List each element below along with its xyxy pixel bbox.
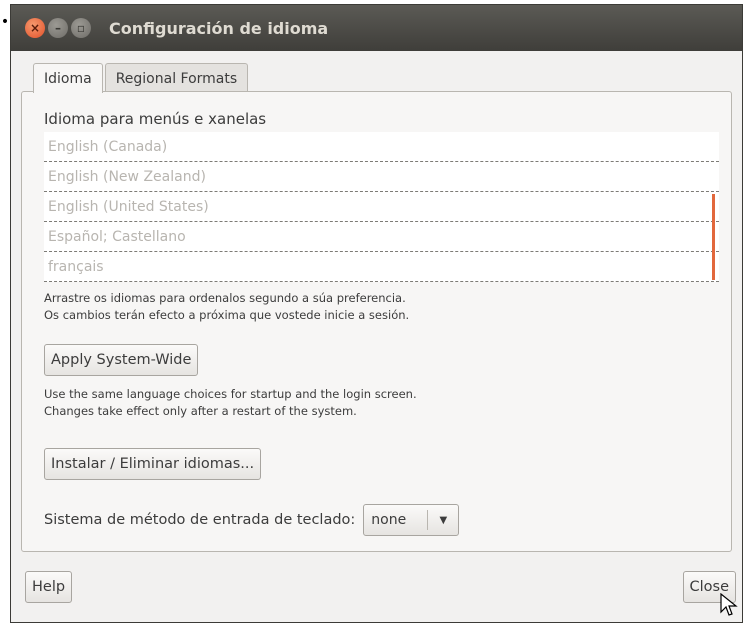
tab-idioma[interactable]: Idioma <box>33 63 103 93</box>
keyboard-input-row: Sistema de método de entrada de teclado:… <box>44 504 460 536</box>
language-hint-line2: Os cambios terán efecto a próxima que vo… <box>44 308 410 322</box>
keyboard-input-select[interactable]: none ▼ <box>363 504 460 536</box>
mouse-pointer-icon <box>720 593 738 616</box>
title-bar[interactable]: × – ▫ Configuración de idioma <box>11 5 742 51</box>
language-hint-line1: Arrastre os idiomas para ordenalos segun… <box>44 291 406 305</box>
language-hint: Arrastre os idiomas para ordenalos segun… <box>44 290 409 324</box>
install-remove-languages-button[interactable]: Instalar / Eliminar idiomas... <box>44 448 262 480</box>
language-list[interactable]: English (Canada) English (New Zealand) E… <box>44 132 719 282</box>
minimize-window-icon[interactable]: – <box>48 18 68 38</box>
keyboard-input-label: Sistema de método de entrada de teclado: <box>44 512 356 528</box>
apply-note-line1: Use the same language choices for startu… <box>44 387 417 401</box>
language-item[interactable]: Español; Castellano <box>44 222 719 252</box>
apply-system-wide-button[interactable]: Apply System-Wide <box>44 344 199 376</box>
language-item[interactable]: English (United States) <box>44 192 719 222</box>
apply-system-wide-note: Use the same language choices for startu… <box>44 386 417 420</box>
close-window-icon[interactable]: × <box>25 18 45 38</box>
language-item[interactable]: English (New Zealand) <box>44 162 719 192</box>
window-title: Configuración de idioma <box>109 18 329 38</box>
tab-regional-formats[interactable]: Regional Formats <box>104 63 249 93</box>
language-settings-window: × – ▫ Configuración de idioma Idioma Reg… <box>10 4 743 623</box>
maximize-window-icon[interactable]: ▫ <box>71 18 91 38</box>
language-list-scrollbar[interactable] <box>712 194 715 280</box>
language-section-label: Idioma para menús e xanelas <box>44 110 267 128</box>
language-item[interactable]: English (Canada) <box>44 132 719 162</box>
chevron-down-icon[interactable]: ▼ <box>428 515 458 526</box>
tab-bar: Idioma Regional Formats <box>33 63 250 93</box>
help-button[interactable]: Help <box>25 571 73 603</box>
language-item[interactable]: français <box>44 252 719 282</box>
apply-note-line2: Changes take effect only after a restart… <box>44 404 357 418</box>
tab-panel-idioma: Idioma para menús e xanelas English (Can… <box>21 91 732 552</box>
list-bullet: • <box>0 14 10 30</box>
keyboard-input-value: none <box>371 512 407 528</box>
